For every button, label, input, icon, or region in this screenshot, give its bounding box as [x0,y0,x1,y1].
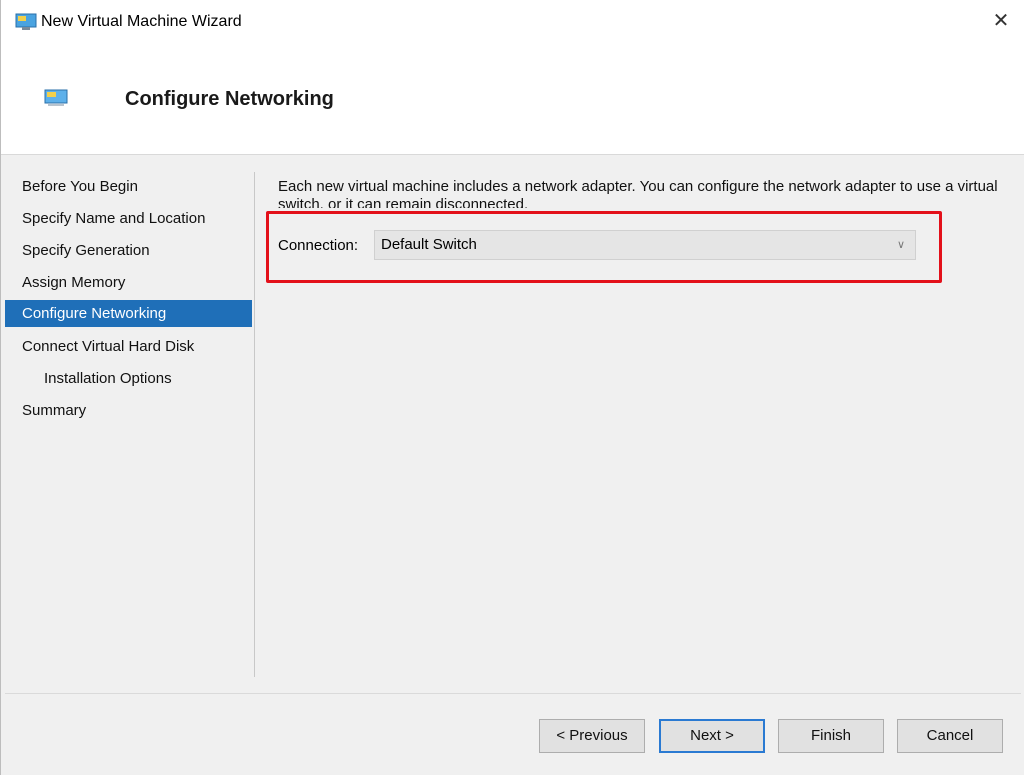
highlight-box [266,211,942,283]
nav-divider [254,172,255,677]
monitor-icon [44,89,68,106]
nav-item-installation-options[interactable]: Installation Options [5,364,252,396]
nav-item-configure-networking[interactable]: Configure Networking [5,300,252,327]
content-pane: Each new virtual machine includes a netw… [278,178,1008,260]
page-header: Configure Networking [1,46,1024,155]
window-title: New Virtual Machine Wizard [41,13,242,30]
nav-item-before-you-begin[interactable]: Before You Begin [5,172,252,204]
next-button[interactable]: Next > [659,719,765,753]
footer-divider [5,693,1021,694]
nav-item-connect-virtual-hard-disk[interactable]: Connect Virtual Hard Disk [5,332,252,364]
finish-button[interactable]: Finish [778,719,884,753]
previous-button[interactable]: < Previous [539,719,645,753]
wizard-window: New Virtual Machine Wizard ✕ Configure N… [0,0,1024,775]
nav-item-specify-generation[interactable]: Specify Generation [5,236,252,268]
nav-item-specify-name-and-location[interactable]: Specify Name and Location [5,204,252,236]
nav-item-summary[interactable]: Summary [5,396,252,428]
monitor-icon [15,13,37,30]
page-title: Configure Networking [125,88,334,110]
cancel-button[interactable]: Cancel [897,719,1003,753]
title-bar: New Virtual Machine Wizard ✕ [1,0,1024,46]
description-text: Each new virtual machine includes a netw… [278,178,998,208]
wizard-step-nav: Before You Begin Specify Name and Locati… [5,172,252,428]
nav-item-assign-memory[interactable]: Assign Memory [5,268,252,300]
close-icon[interactable]: ✕ [986,6,1016,36]
